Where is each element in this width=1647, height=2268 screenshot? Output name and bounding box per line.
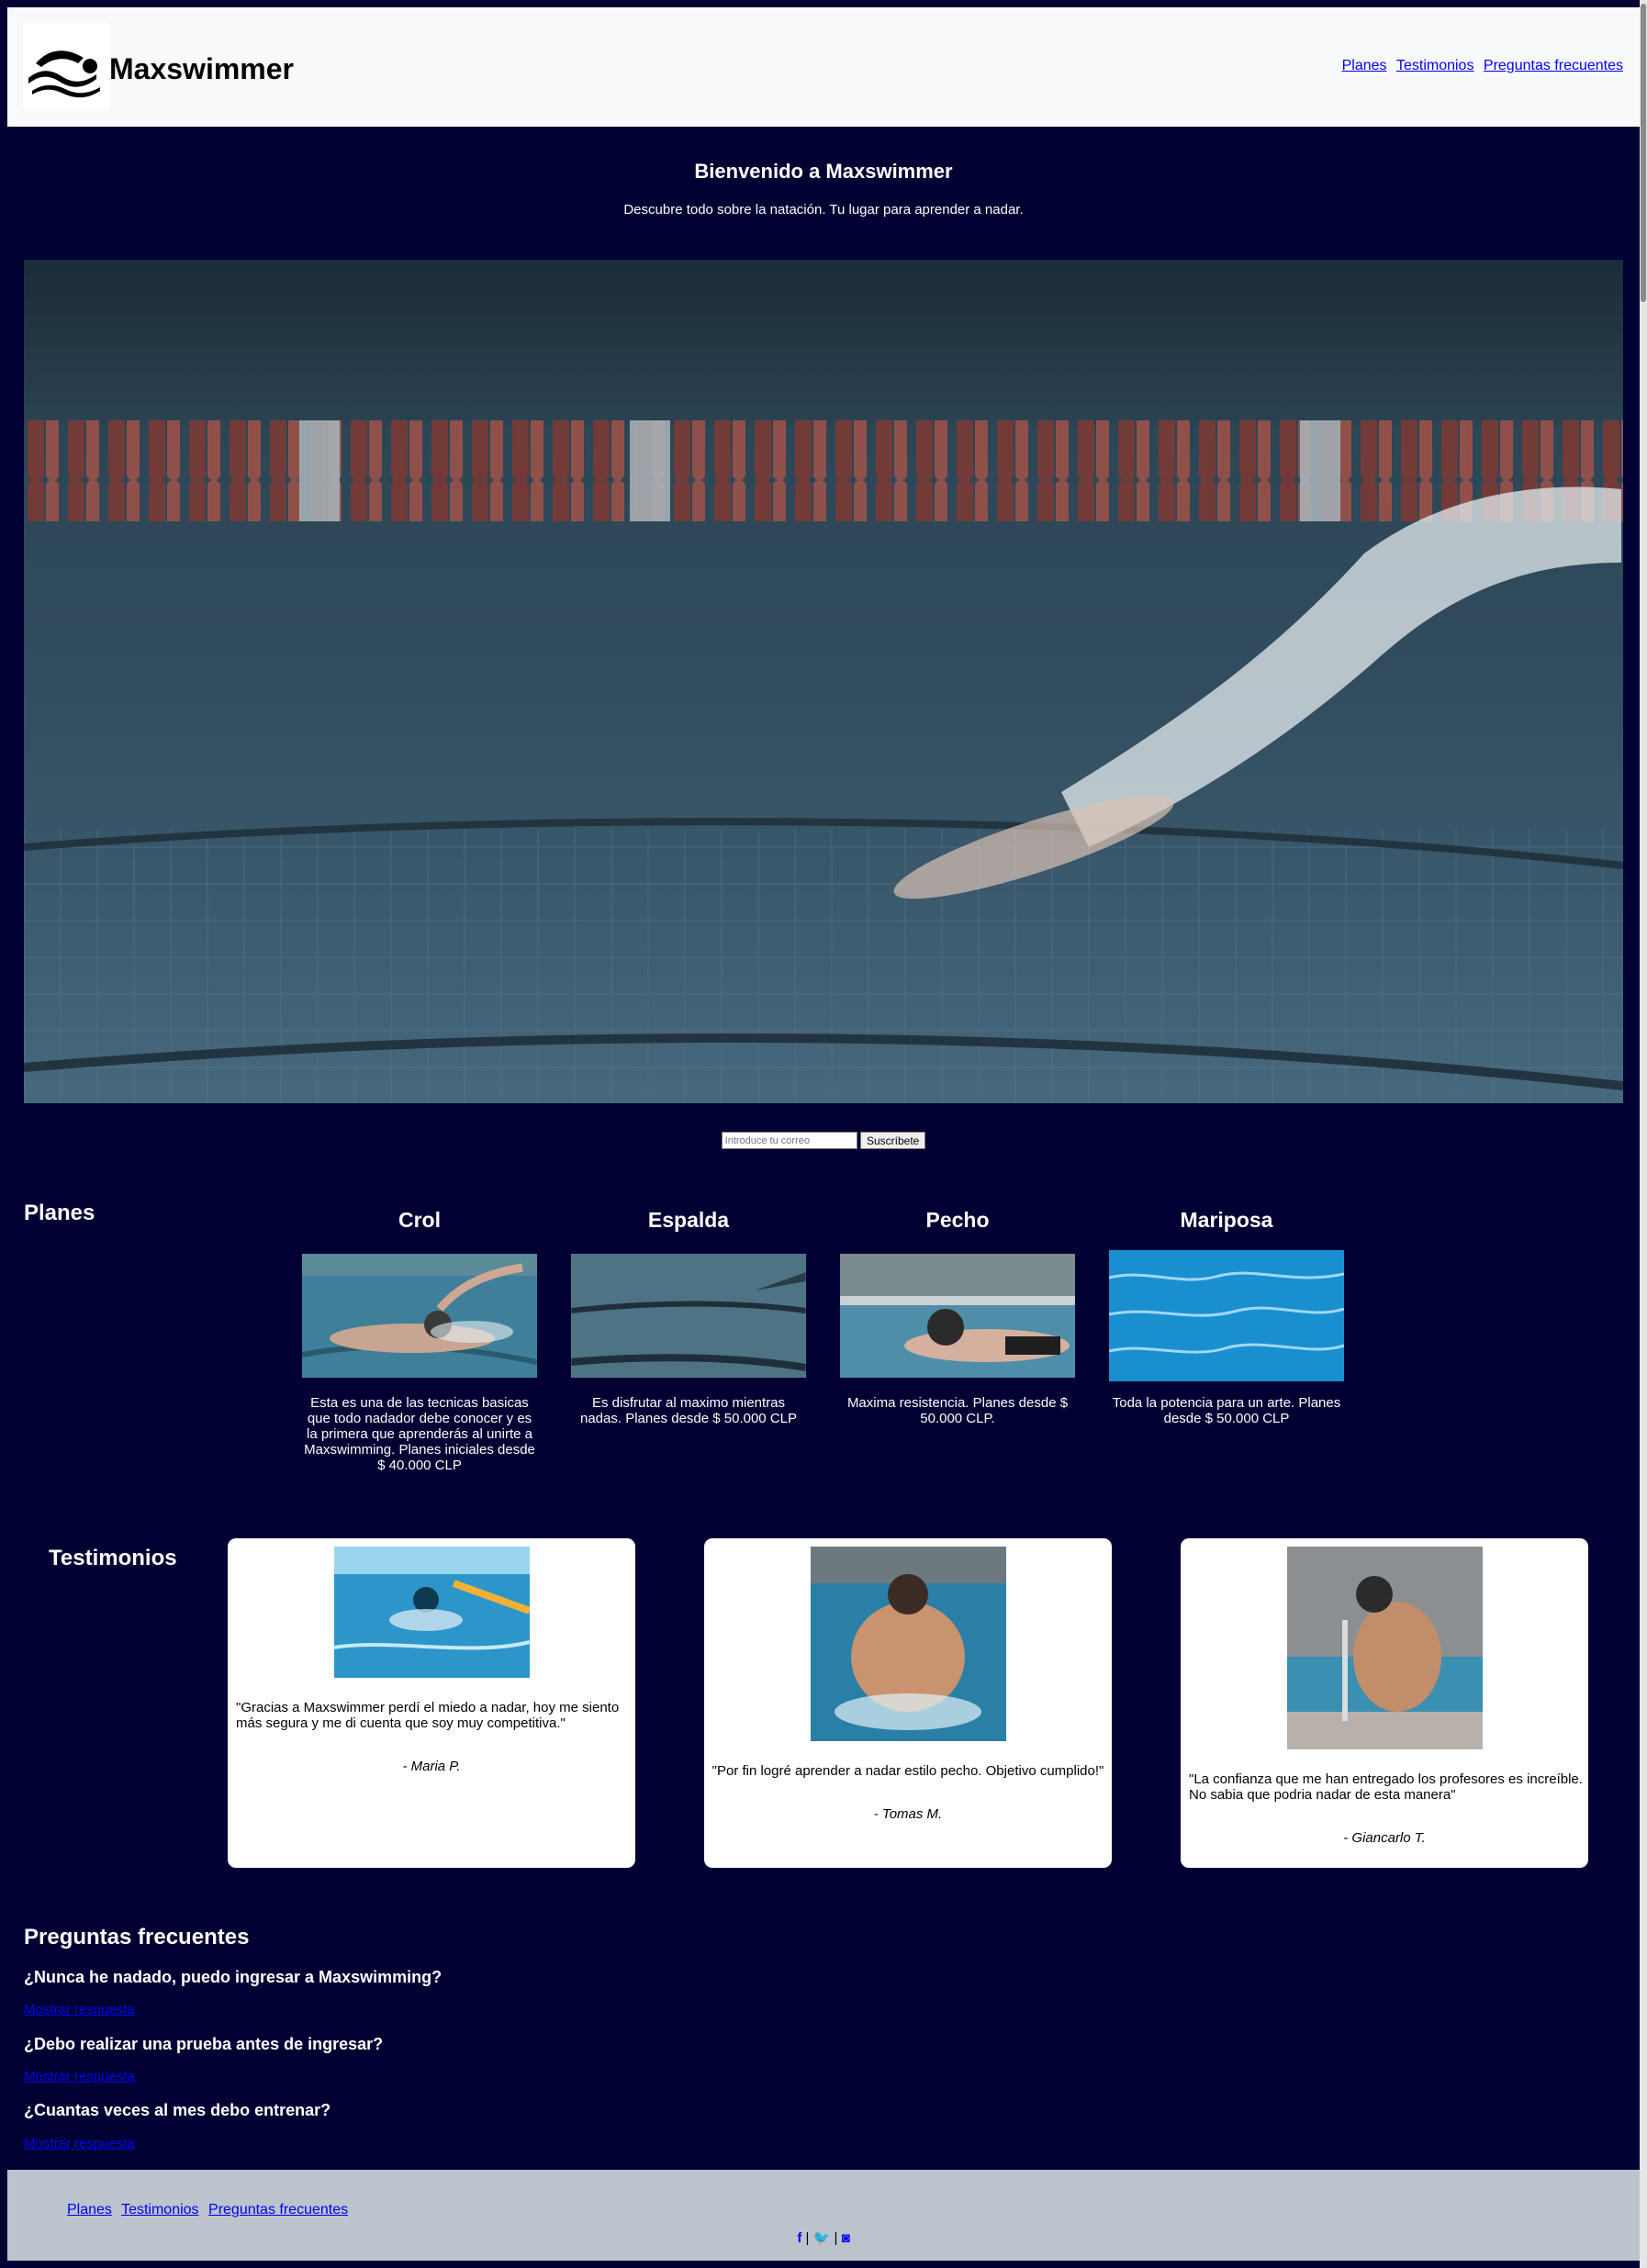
faq-question: ¿Debo realizar una prueba antes de ingre… xyxy=(24,2035,384,2053)
footer-link-preguntas[interactable]: Preguntas frecuentes xyxy=(208,2202,348,2218)
plan-description: Es disfrutar al maximo mientras nadas. P… xyxy=(579,1395,797,1426)
testimonial-quote: "Por fin logré aprender a nadar estilo p… xyxy=(711,1763,1104,1779)
site-footer: Planes Testimonios Preguntas frecuentes … xyxy=(7,2170,1640,2261)
plan-title: Espalda xyxy=(647,1208,730,1232)
faq-question: ¿Cuantas veces al mes debo entrenar? xyxy=(24,2101,331,2119)
nav-link-preguntas[interactable]: Preguntas frecuentes xyxy=(1484,58,1623,73)
nav-link-testimonios[interactable]: Testimonios xyxy=(1396,58,1473,73)
facebook-icon[interactable]: f xyxy=(797,2230,801,2246)
hero-image xyxy=(24,260,1623,1103)
plan-image-crol xyxy=(302,1254,537,1378)
testimonial-author: - Tomas M. xyxy=(873,1806,943,1822)
plan-image-mariposa xyxy=(1109,1250,1344,1381)
plan-image-espalda xyxy=(571,1254,806,1378)
twitter-icon[interactable]: 🐦 xyxy=(813,2230,831,2246)
subscribe-button[interactable]: Suscríbete xyxy=(859,1132,926,1149)
testimonials-section-title: Testimonios xyxy=(49,1546,177,1570)
show-answer-link[interactable]: Mostrar respuesta xyxy=(24,2002,135,2018)
footer-link-planes[interactable]: Planes xyxy=(67,2202,112,2218)
separator: | xyxy=(834,2230,838,2246)
subscribe-form: Suscríbete xyxy=(0,1132,1647,1149)
social-links: f | 🐦 | ◙ xyxy=(7,2230,1640,2247)
testimonial-photo xyxy=(1287,1547,1483,1749)
underwater-swimmer-image xyxy=(24,260,1623,1103)
testimonial-author: - Giancarlo T. xyxy=(1343,1830,1426,1846)
testimonial-card: "La confianza que me han entregado los p… xyxy=(1181,1538,1588,1868)
show-answer-link[interactable]: Mostrar respuesta xyxy=(24,2136,135,2152)
swimmer-logo-icon xyxy=(28,50,100,98)
site-header: Maxswimmer Planes Testimonios Preguntas … xyxy=(7,7,1640,127)
plan-card-espalda: Espalda Es disfrutar al maximo mientras … xyxy=(571,1206,806,1426)
plan-description: Maxima resistencia. Planes desde $ 50.00… xyxy=(846,1395,1069,1426)
show-answer-link[interactable]: Mostrar respuesta xyxy=(24,2069,135,2085)
separator: | xyxy=(805,2230,810,2246)
nav-link-planes[interactable]: Planes xyxy=(1342,58,1387,73)
footer-link-testimonios[interactable]: Testimonios xyxy=(121,2202,198,2218)
plan-card-pecho: Pecho Maxima resistencia. Planes desde $… xyxy=(840,1206,1075,1426)
plan-title: Mariposa xyxy=(1180,1208,1273,1232)
brand-name: Maxswimmer xyxy=(109,52,294,85)
plan-description: Esta es una de las tecnicas basicas que … xyxy=(304,1395,535,1473)
footer-nav: Planes Testimonios Preguntas frecuentes xyxy=(67,2201,353,2219)
testimonial-photo xyxy=(811,1547,1006,1741)
faq-question: ¿Nunca he nadado, puedo ingresar a Maxsw… xyxy=(24,1968,443,1986)
plan-title: Crol xyxy=(398,1208,441,1232)
testimonial-card: "Gracias a Maxswimmer perdí el miedo a n… xyxy=(228,1538,635,1868)
plan-card-crol: Crol Esta es una de las tecnicas basicas… xyxy=(302,1206,537,1473)
plan-card-mariposa: Mariposa Toda la potencia para un arte. … xyxy=(1109,1206,1344,1426)
logo[interactable] xyxy=(23,23,109,109)
email-input[interactable] xyxy=(721,1132,857,1149)
testimonial-quote: "La confianza que me han entregado los p… xyxy=(1189,1771,1583,1803)
testimonial-quote: "Gracias a Maxswimmer perdí el miedo a n… xyxy=(236,1700,620,1731)
scrollbar-thumb[interactable] xyxy=(1641,4,1646,302)
faq-section-title: Preguntas frecuentes xyxy=(24,1925,250,1950)
instagram-icon[interactable]: ◙ xyxy=(842,2230,850,2246)
plan-image-pecho xyxy=(840,1254,1075,1378)
testimonial-photo xyxy=(334,1547,530,1678)
plan-title: Pecho xyxy=(925,1208,990,1232)
main-nav: Planes Testimonios Preguntas frecuentes xyxy=(1337,57,1623,75)
plan-description: Toda la potencia para un arte. Planes de… xyxy=(1112,1395,1341,1426)
testimonial-card: "Por fin logré aprender a nadar estilo p… xyxy=(704,1538,1112,1868)
plans-section-title: Planes xyxy=(24,1201,95,1225)
hero-title: Bienvenido a Maxswimmer xyxy=(694,160,953,183)
hero-subtitle: Descubre todo sobre la natación. Tu luga… xyxy=(623,202,1024,218)
testimonial-author: - Maria P. xyxy=(402,1759,461,1774)
